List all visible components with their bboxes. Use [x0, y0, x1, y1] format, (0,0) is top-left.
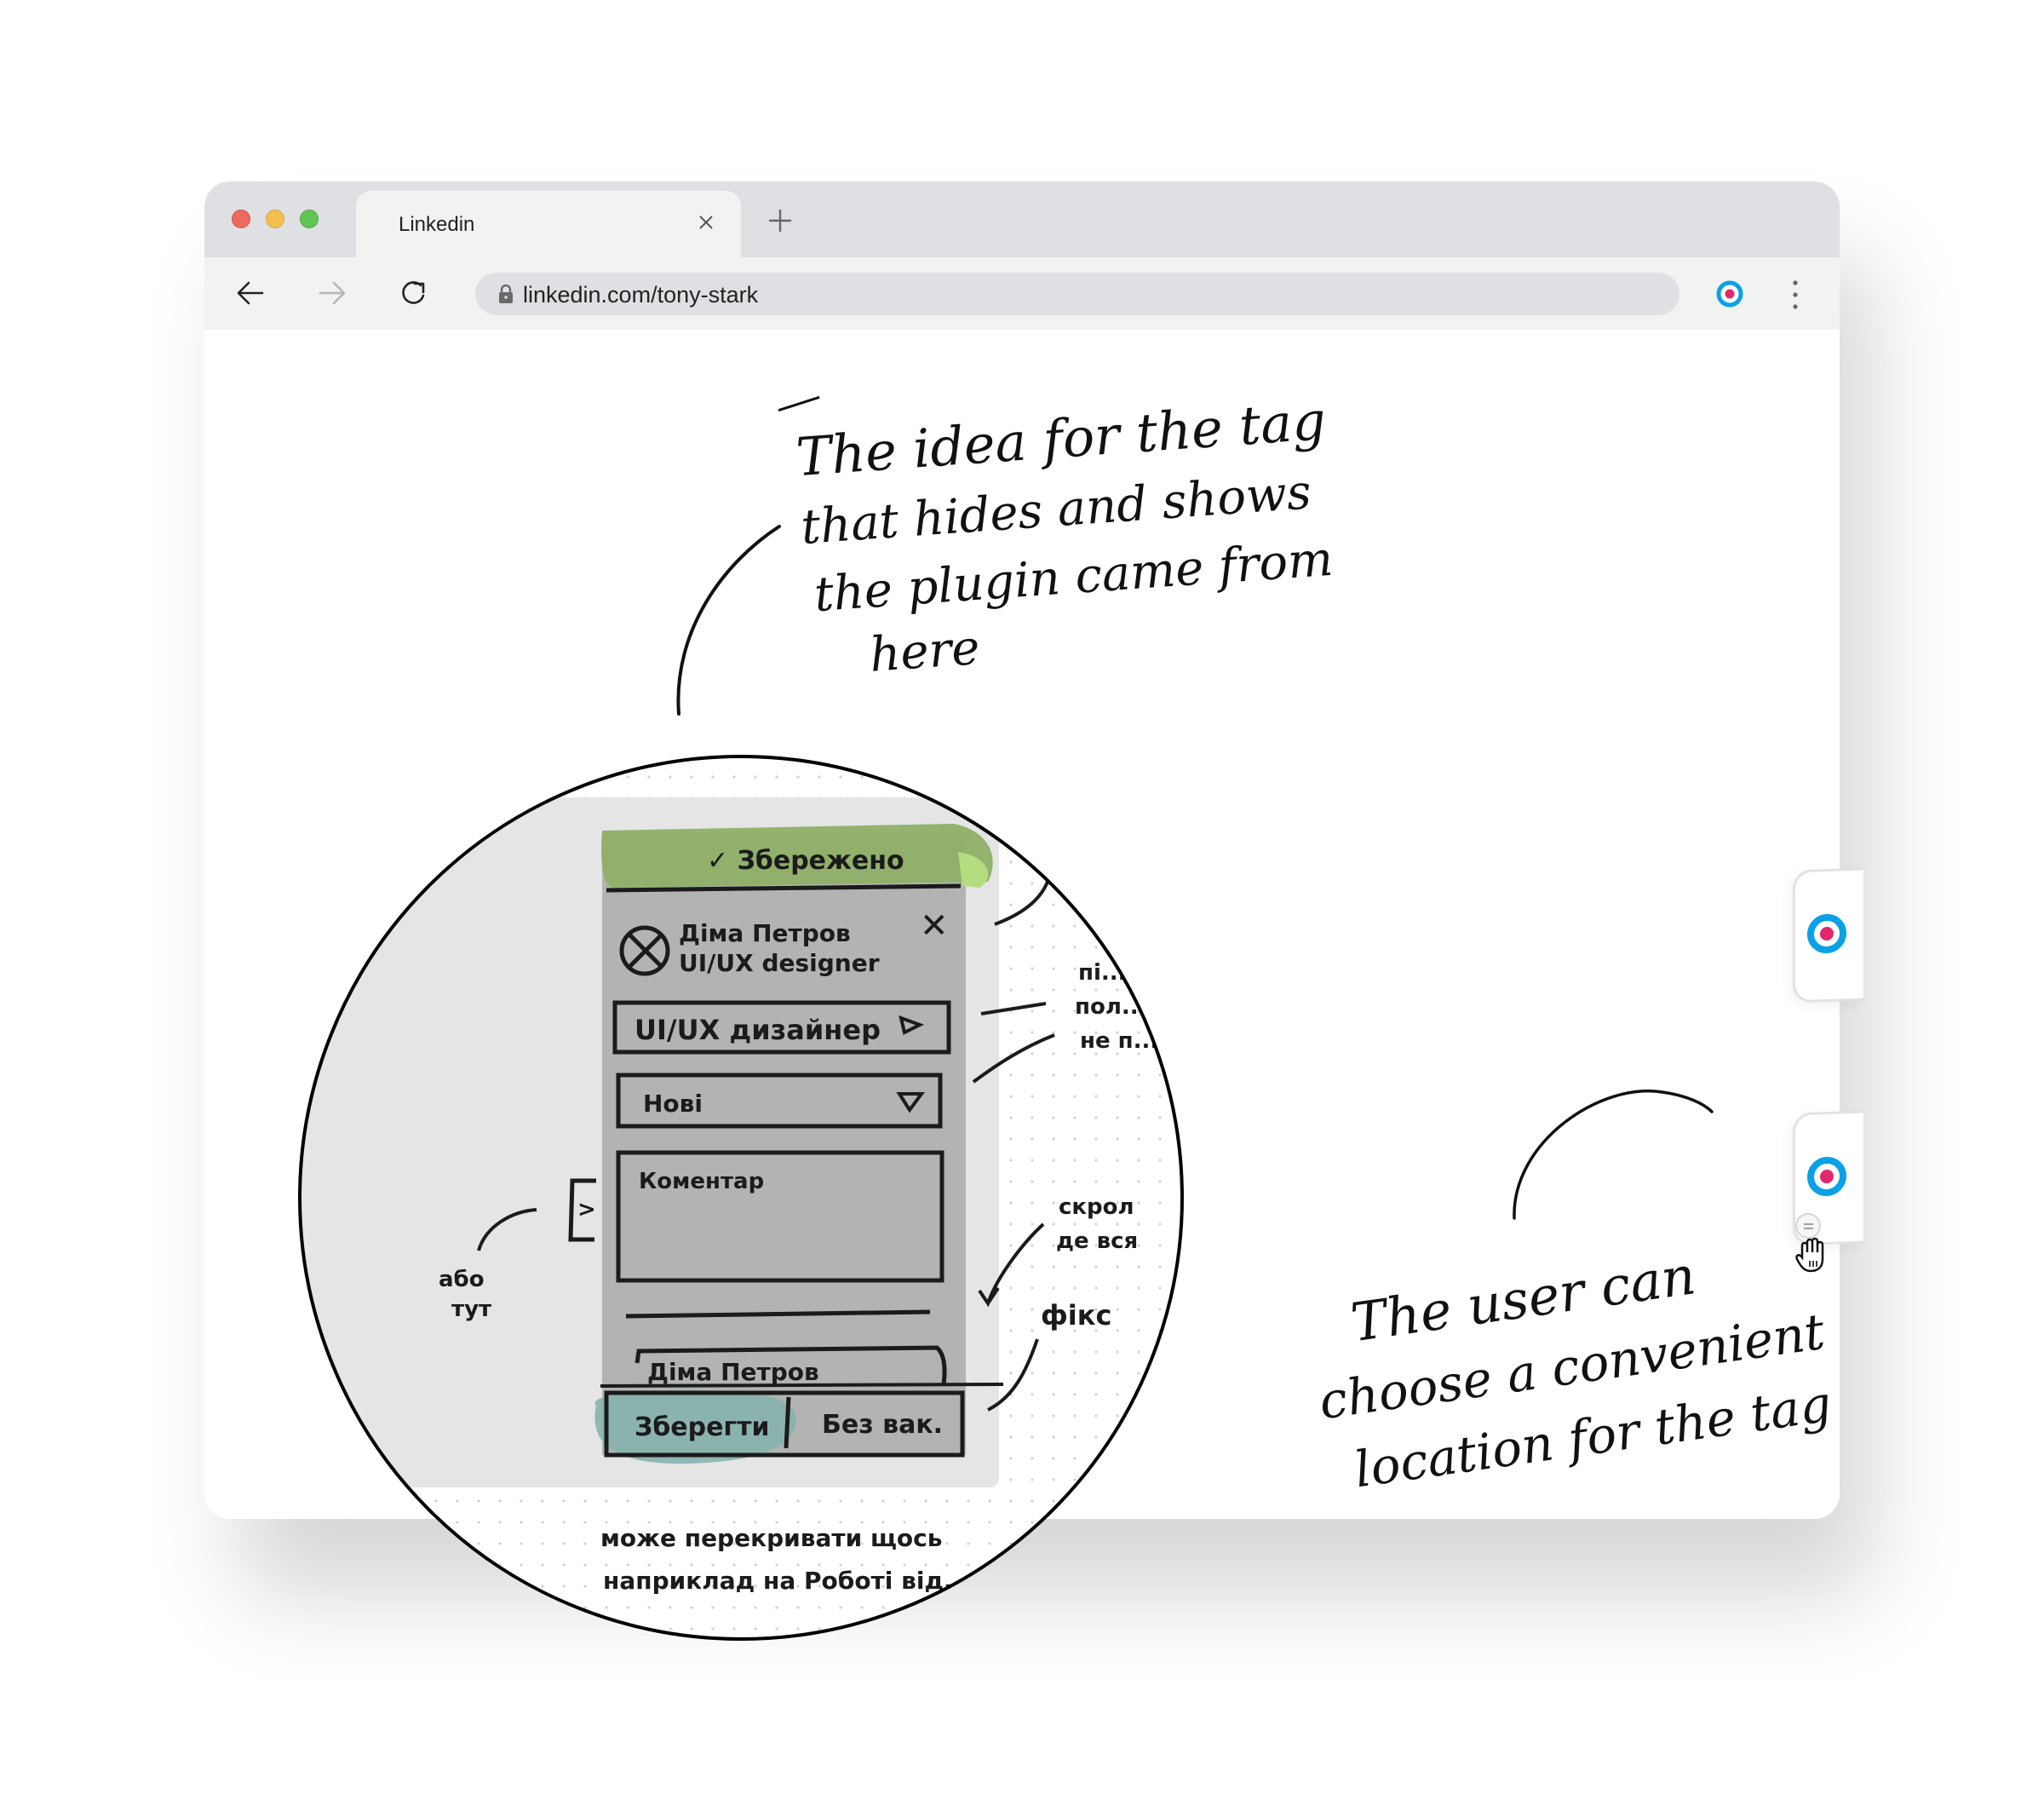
close-window-button[interactable] — [232, 210, 250, 228]
url-text: linkedin.com/tony-stark — [523, 282, 759, 308]
plus-icon[interactable] — [766, 207, 794, 234]
arrow-left-icon[interactable] — [233, 276, 267, 310]
arrow-right-icon[interactable] — [315, 276, 349, 310]
close-icon[interactable] — [693, 210, 719, 235]
kebab-menu-icon[interactable] — [1788, 278, 1802, 312]
reload-icon[interactable] — [397, 276, 431, 310]
bottom-note-line: наприклад на Роботі від... — [603, 1567, 971, 1595]
tab-title: Linkedin — [399, 213, 475, 236]
browser-window: Linkedin linkedin.com/tony-stark — [204, 181, 1840, 1519]
minimize-window-button[interactable] — [266, 210, 284, 228]
tab-linkedin[interactable]: Linkedin — [356, 191, 741, 257]
toolbar: linkedin.com/tony-stark — [204, 257, 1840, 330]
side-tag-top[interactable] — [1793, 867, 1863, 1004]
tab-bar: Linkedin — [204, 181, 1840, 257]
maximize-window-button[interactable] — [300, 210, 319, 228]
page-content — [204, 330, 1840, 1519]
target-icon[interactable] — [1716, 280, 1743, 308]
bottom-note-line: може перекривати щось — [600, 1524, 942, 1552]
drag-handle-icon[interactable] — [1795, 1213, 1821, 1239]
address-bar[interactable]: linkedin.com/tony-stark — [475, 273, 1679, 315]
target-icon — [1806, 1155, 1847, 1198]
target-icon — [1806, 912, 1847, 955]
lock-icon — [497, 284, 514, 303]
